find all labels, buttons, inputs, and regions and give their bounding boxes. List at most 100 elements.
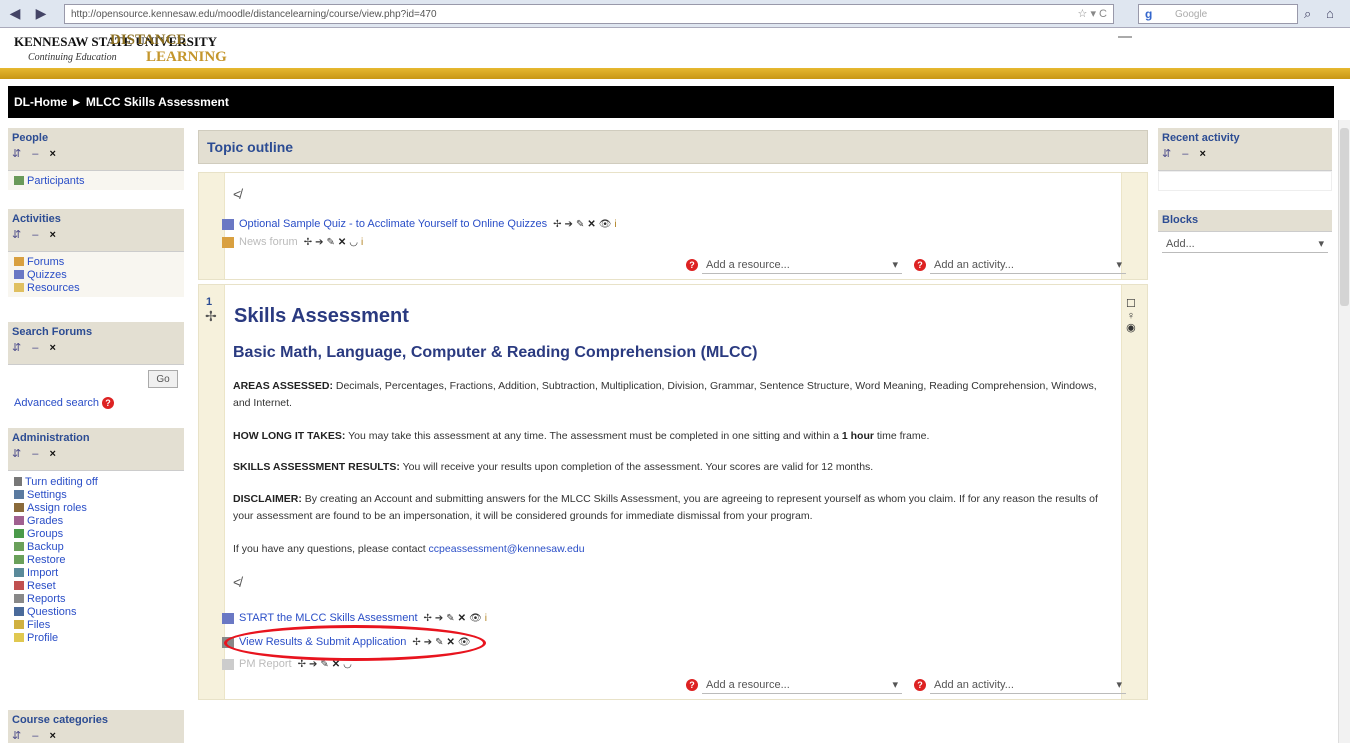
admin-item-label[interactable]: Assign roles [27, 502, 87, 514]
admin-item-profile[interactable]: Profile [14, 631, 178, 644]
add-block-select[interactable]: Add... ▾ [1162, 235, 1328, 253]
admin-item-label[interactable]: Restore [27, 554, 66, 566]
close-icon[interactable]: × [49, 148, 59, 160]
move-block-icon[interactable]: ⇵ [1162, 148, 1175, 160]
site-logo[interactable]: KENNESAW STATE UNIVERSITY Continuing Edu… [14, 32, 244, 72]
google-icon[interactable]: g [1145, 7, 1152, 21]
delete-icon[interactable]: ✕ [338, 237, 349, 248]
admin-item-label[interactable]: Reset [27, 580, 56, 592]
breadcrumb-text[interactable]: DL-Home ► MLCC Skills Assessment [14, 95, 229, 109]
admin-item-label[interactable]: Turn editing off [25, 476, 98, 488]
admin-item-reset[interactable]: Reset [14, 579, 178, 592]
help-icon[interactable]: ? [686, 259, 698, 271]
admin-item-assign-roles[interactable]: Assign roles [14, 501, 178, 514]
admin-item-restore[interactable]: Restore [14, 553, 178, 566]
admin-item-label[interactable]: Profile [27, 632, 58, 644]
admin-item-label[interactable]: Files [27, 619, 50, 631]
delete-icon[interactable]: ✕ [458, 613, 469, 624]
add-resource-select[interactable]: Add a resource... ▾ [702, 676, 902, 694]
contact-email-link[interactable]: ccpeassessment@kennesaw.edu [429, 543, 585, 555]
move-block-icon[interactable]: ⇵ [12, 730, 25, 742]
edit-icon[interactable]: ✎ [446, 613, 457, 624]
pm-report-link[interactable]: PM Report [239, 658, 292, 670]
move-block-icon[interactable]: ⇵ [12, 448, 25, 460]
edit-icon[interactable]: ✎ [326, 237, 337, 248]
admin-item-import[interactable]: Import [14, 566, 178, 579]
edit-icon[interactable]: ✎ [576, 219, 587, 230]
browser-search-input[interactable]: g Google [1138, 4, 1298, 24]
indent-icon[interactable]: ≮ [233, 574, 241, 590]
admin-item-questions[interactable]: Questions [14, 605, 178, 618]
add-activity-select[interactable]: Add an activity... ▾ [930, 676, 1126, 694]
help-icon[interactable]: ? [102, 396, 114, 409]
help-icon[interactable]: ? [914, 259, 926, 271]
admin-item-label[interactable]: Questions [27, 606, 77, 618]
go-button[interactable]: Go [148, 370, 178, 388]
help-icon[interactable]: ? [686, 679, 698, 691]
admin-item-label[interactable]: Backup [27, 541, 64, 553]
move-icon[interactable]: ✢ [298, 659, 309, 670]
eye-closed-icon[interactable]: ◡ [349, 237, 361, 248]
eye-icon[interactable]: 👁 [599, 219, 615, 230]
admin-item-groups[interactable]: Groups [14, 527, 178, 540]
move-block-icon[interactable]: ⇵ [12, 148, 25, 160]
sample-quiz-link[interactable]: Optional Sample Quiz - to Acclimate Your… [239, 218, 547, 230]
indent-icon[interactable]: ≮ [233, 186, 241, 202]
admin-item-label[interactable]: Settings [27, 489, 67, 501]
arrow-right-icon[interactable]: ➔ [565, 219, 576, 230]
start-assessment-link[interactable]: START the MLCC Skills Assessment [239, 612, 418, 624]
admin-item-label[interactable]: Grades [27, 515, 63, 527]
dash-icon[interactable]: – [1182, 148, 1192, 160]
scrollbar-thumb[interactable] [1340, 128, 1349, 306]
close-icon[interactable]: × [49, 448, 59, 460]
quizzes-label[interactable]: Quizzes [27, 269, 67, 281]
dash-icon[interactable]: – [32, 342, 42, 354]
admin-item-label[interactable]: Groups [27, 528, 63, 540]
close-icon[interactable]: × [49, 730, 59, 742]
forward-icon[interactable]: ▶ [30, 3, 52, 25]
eye-icon[interactable]: ◉ [1126, 322, 1136, 334]
move-block-icon[interactable]: ⇵ [12, 229, 25, 241]
address-bar[interactable]: http://opensource.kennesaw.edu/moodle/di… [64, 4, 1114, 24]
url-controls-icon[interactable]: ☆ ▾ C [1078, 7, 1107, 20]
admin-item-files[interactable]: Files [14, 618, 178, 631]
delete-icon[interactable]: ✕ [587, 219, 598, 230]
home-icon[interactable]: ⌂ [1326, 6, 1334, 21]
arrow-right-icon[interactable]: ➔ [435, 613, 446, 624]
participants-link[interactable]: Participants [14, 174, 178, 187]
admin-item-turn-editing-off[interactable]: Turn editing off [14, 475, 178, 488]
move-block-icon[interactable]: ⇵ [12, 342, 25, 354]
forums-label[interactable]: Forums [27, 256, 64, 268]
resources-link[interactable]: Resources [14, 281, 178, 294]
dash-icon[interactable]: – [32, 148, 42, 160]
move-icon[interactable]: ✢ [304, 237, 315, 248]
add-resource-select[interactable]: Add a resource... ▾ [702, 256, 902, 274]
admin-item-label[interactable]: Import [27, 567, 58, 579]
dash-icon[interactable]: – [32, 448, 42, 460]
help-icon[interactable]: ? [914, 679, 926, 691]
add-activity-select[interactable]: Add an activity... ▾ [930, 256, 1126, 274]
admin-item-grades[interactable]: Grades [14, 514, 178, 527]
news-forum-link[interactable]: News forum [239, 236, 298, 248]
back-icon[interactable]: ◀ [4, 3, 26, 25]
dash-icon[interactable]: – [32, 229, 42, 241]
page-scrollbar[interactable] [1338, 120, 1350, 743]
admin-item-reports[interactable]: Reports [14, 592, 178, 605]
advanced-search-link[interactable]: Advanced search [14, 397, 99, 409]
forums-link[interactable]: Forums [14, 255, 178, 268]
close-icon[interactable]: × [1199, 148, 1209, 160]
quizzes-link[interactable]: Quizzes [14, 268, 178, 281]
lightbulb-icon[interactable]: ♀ [1126, 310, 1136, 322]
assign-roles-icon[interactable]: i [614, 219, 619, 230]
eye-icon[interactable]: 👁 [469, 613, 485, 624]
close-icon[interactable]: × [49, 229, 59, 241]
close-icon[interactable]: × [49, 342, 59, 354]
move-icon[interactable]: ✢ [424, 613, 435, 624]
participants-label[interactable]: Participants [27, 175, 84, 187]
search-icon[interactable]: ⌕ [1304, 6, 1311, 22]
section-highlight-icon[interactable]: ☐ [1126, 298, 1136, 310]
move-icon[interactable]: ✢ [553, 219, 564, 230]
dash-icon[interactable]: – [32, 730, 42, 742]
admin-item-settings[interactable]: Settings [14, 488, 178, 501]
admin-item-label[interactable]: Reports [27, 593, 66, 605]
